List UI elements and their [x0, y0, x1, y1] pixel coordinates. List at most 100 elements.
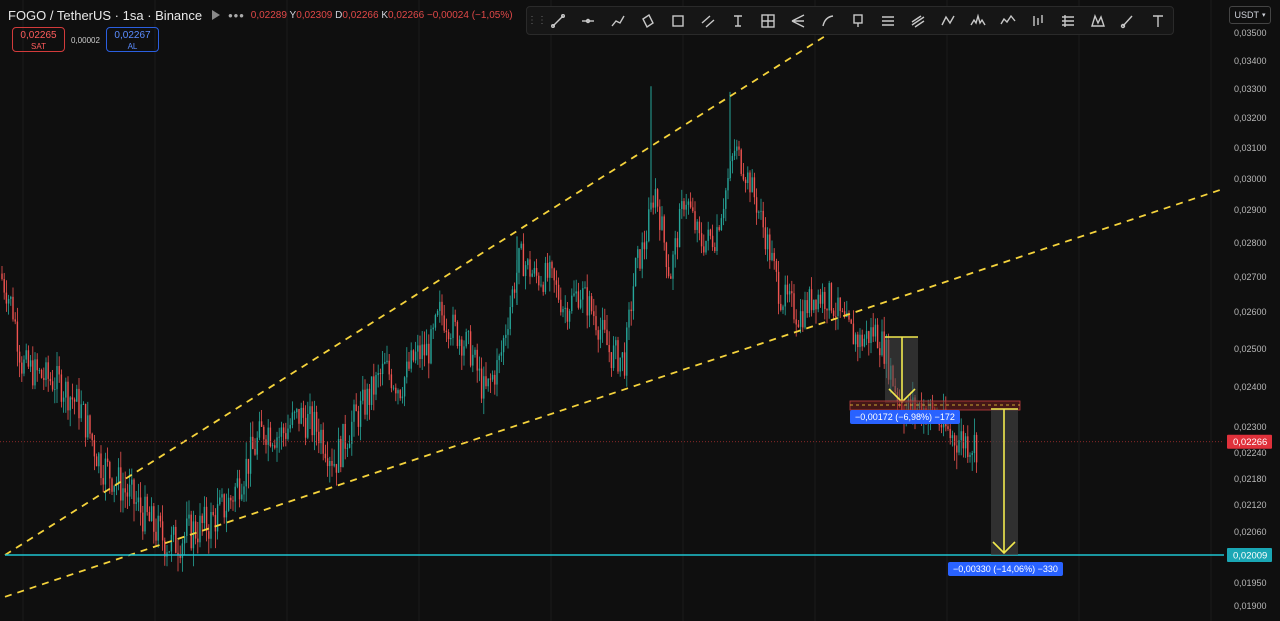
- trend-line-icon[interactable]: [543, 7, 573, 34]
- candle-body: [62, 397, 65, 402]
- candle-body: [579, 299, 582, 308]
- sell-button[interactable]: 0,02265 SAT: [12, 27, 65, 52]
- candle-body: [524, 265, 527, 277]
- candle-body: [21, 362, 23, 374]
- candle-body: [630, 309, 632, 312]
- candle-body: [326, 458, 329, 467]
- candle-body: [615, 340, 617, 346]
- pitchfork-icon[interactable]: [783, 7, 813, 34]
- candle-body: [36, 359, 38, 371]
- candle-body: [315, 411, 318, 432]
- symbol-title[interactable]: FOGO / TetherUS · 1sa · Binance: [8, 8, 202, 23]
- candle-body: [764, 227, 767, 250]
- candle-body: [425, 343, 428, 356]
- candle-body: [370, 376, 373, 405]
- ohlc-readout: 0,02289 Y0,02309 D0,02266 K0,02266 −0,00…: [251, 10, 513, 21]
- candle-body: [392, 387, 395, 389]
- pattern-icon[interactable]: [933, 7, 963, 34]
- candle-body: [232, 500, 234, 502]
- candle-body: [458, 339, 461, 346]
- candle-body: [872, 327, 874, 337]
- xabcd-icon[interactable]: [1083, 7, 1113, 34]
- candle-body: [731, 155, 734, 162]
- candle-body: [18, 351, 21, 363]
- price-note-icon[interactable]: [843, 7, 873, 34]
- text-cursor-icon[interactable]: [723, 7, 753, 34]
- rectangle-icon[interactable]: [663, 7, 693, 34]
- candle-body: [527, 259, 529, 266]
- candle-body: [639, 249, 641, 269]
- brush-icon[interactable]: [1113, 7, 1143, 34]
- elliott-wave-icon[interactable]: [993, 7, 1023, 34]
- candle-body: [238, 478, 241, 500]
- candle-body: [16, 321, 19, 352]
- candle-body: [590, 296, 593, 312]
- candle-body: [696, 221, 698, 230]
- candle-body: [956, 445, 958, 453]
- candle-body: [260, 421, 263, 427]
- fib-retracement-icon[interactable]: [873, 7, 903, 34]
- candle-body: [256, 437, 258, 455]
- flag-icon[interactable]: [210, 9, 222, 21]
- price-chart[interactable]: 0,03500 0,03400 0,03300 0,03200 0,03100 0,030…: [0, 0, 1280, 621]
- candle-body: [241, 494, 243, 500]
- measure-label-second[interactable]: −0,00330 (−14,06%) −330: [948, 562, 1063, 576]
- candle-body: [443, 315, 445, 331]
- polyline-icon[interactable]: [603, 7, 633, 34]
- toolbar-grip-icon[interactable]: ⋮⋮: [527, 7, 547, 34]
- candle-body: [551, 262, 553, 269]
- candle-body: [157, 515, 159, 541]
- candle-body: [282, 427, 285, 434]
- candle-body: [247, 458, 250, 474]
- candle-body: [298, 408, 300, 424]
- candle-body: [850, 319, 852, 324]
- candle-body: [230, 497, 232, 501]
- candle-body: [447, 332, 450, 340]
- fib-channel-icon[interactable]: [903, 7, 933, 34]
- candle-body: [564, 307, 566, 310]
- bars-pattern-icon[interactable]: [1023, 7, 1053, 34]
- arc-icon[interactable]: [813, 7, 843, 34]
- candle-body: [414, 351, 417, 361]
- candle-body: [168, 551, 170, 553]
- candle-body: [612, 345, 615, 369]
- text-icon[interactable]: [1143, 7, 1173, 34]
- candle-body: [670, 276, 672, 279]
- candle-body: [478, 368, 481, 371]
- candle-body: [309, 406, 311, 415]
- candle-body: [725, 190, 727, 209]
- candle-body: [788, 291, 791, 295]
- buy-price: 0,02267: [114, 30, 151, 41]
- candle-body: [742, 173, 745, 180]
- candle-body: [388, 360, 390, 375]
- candle-body: [498, 355, 500, 361]
- fib-levels-icon[interactable]: [1053, 7, 1083, 34]
- candle-body: [441, 301, 443, 316]
- measure-label-first[interactable]: −0,00172 (−6,98%) −172: [850, 410, 960, 424]
- rectangle-rotated-icon[interactable]: [633, 7, 663, 34]
- parallel-channel-icon[interactable]: [693, 7, 723, 34]
- candle-body: [29, 360, 32, 367]
- head-shoulders-icon[interactable]: [963, 7, 993, 34]
- candle-body: [958, 440, 960, 453]
- buy-button[interactable]: 0,02267 AL: [106, 27, 159, 52]
- candle-body: [476, 349, 478, 371]
- grid-icon[interactable]: [753, 7, 783, 34]
- price-tick-label: 0,02060: [1234, 527, 1267, 537]
- candle-body: [139, 497, 142, 513]
- candle-body: [368, 388, 371, 405]
- more-dots-icon[interactable]: •••: [228, 8, 245, 23]
- currency-label: USDT: [1234, 10, 1259, 20]
- price-tick-label: 0,02300: [1234, 422, 1267, 432]
- candle-body: [485, 376, 487, 387]
- price-tick-label: 0,01950: [1234, 578, 1267, 588]
- candle-body: [681, 201, 683, 209]
- candle-body: [854, 334, 857, 345]
- currency-select[interactable]: USDT ▾: [1229, 6, 1271, 24]
- candle-body: [12, 296, 14, 320]
- candle-body: [131, 479, 133, 485]
- horizontal-ray-icon[interactable]: [573, 7, 603, 34]
- candle-body: [841, 310, 844, 312]
- candle-body: [348, 443, 351, 448]
- candle-body: [1, 273, 3, 280]
